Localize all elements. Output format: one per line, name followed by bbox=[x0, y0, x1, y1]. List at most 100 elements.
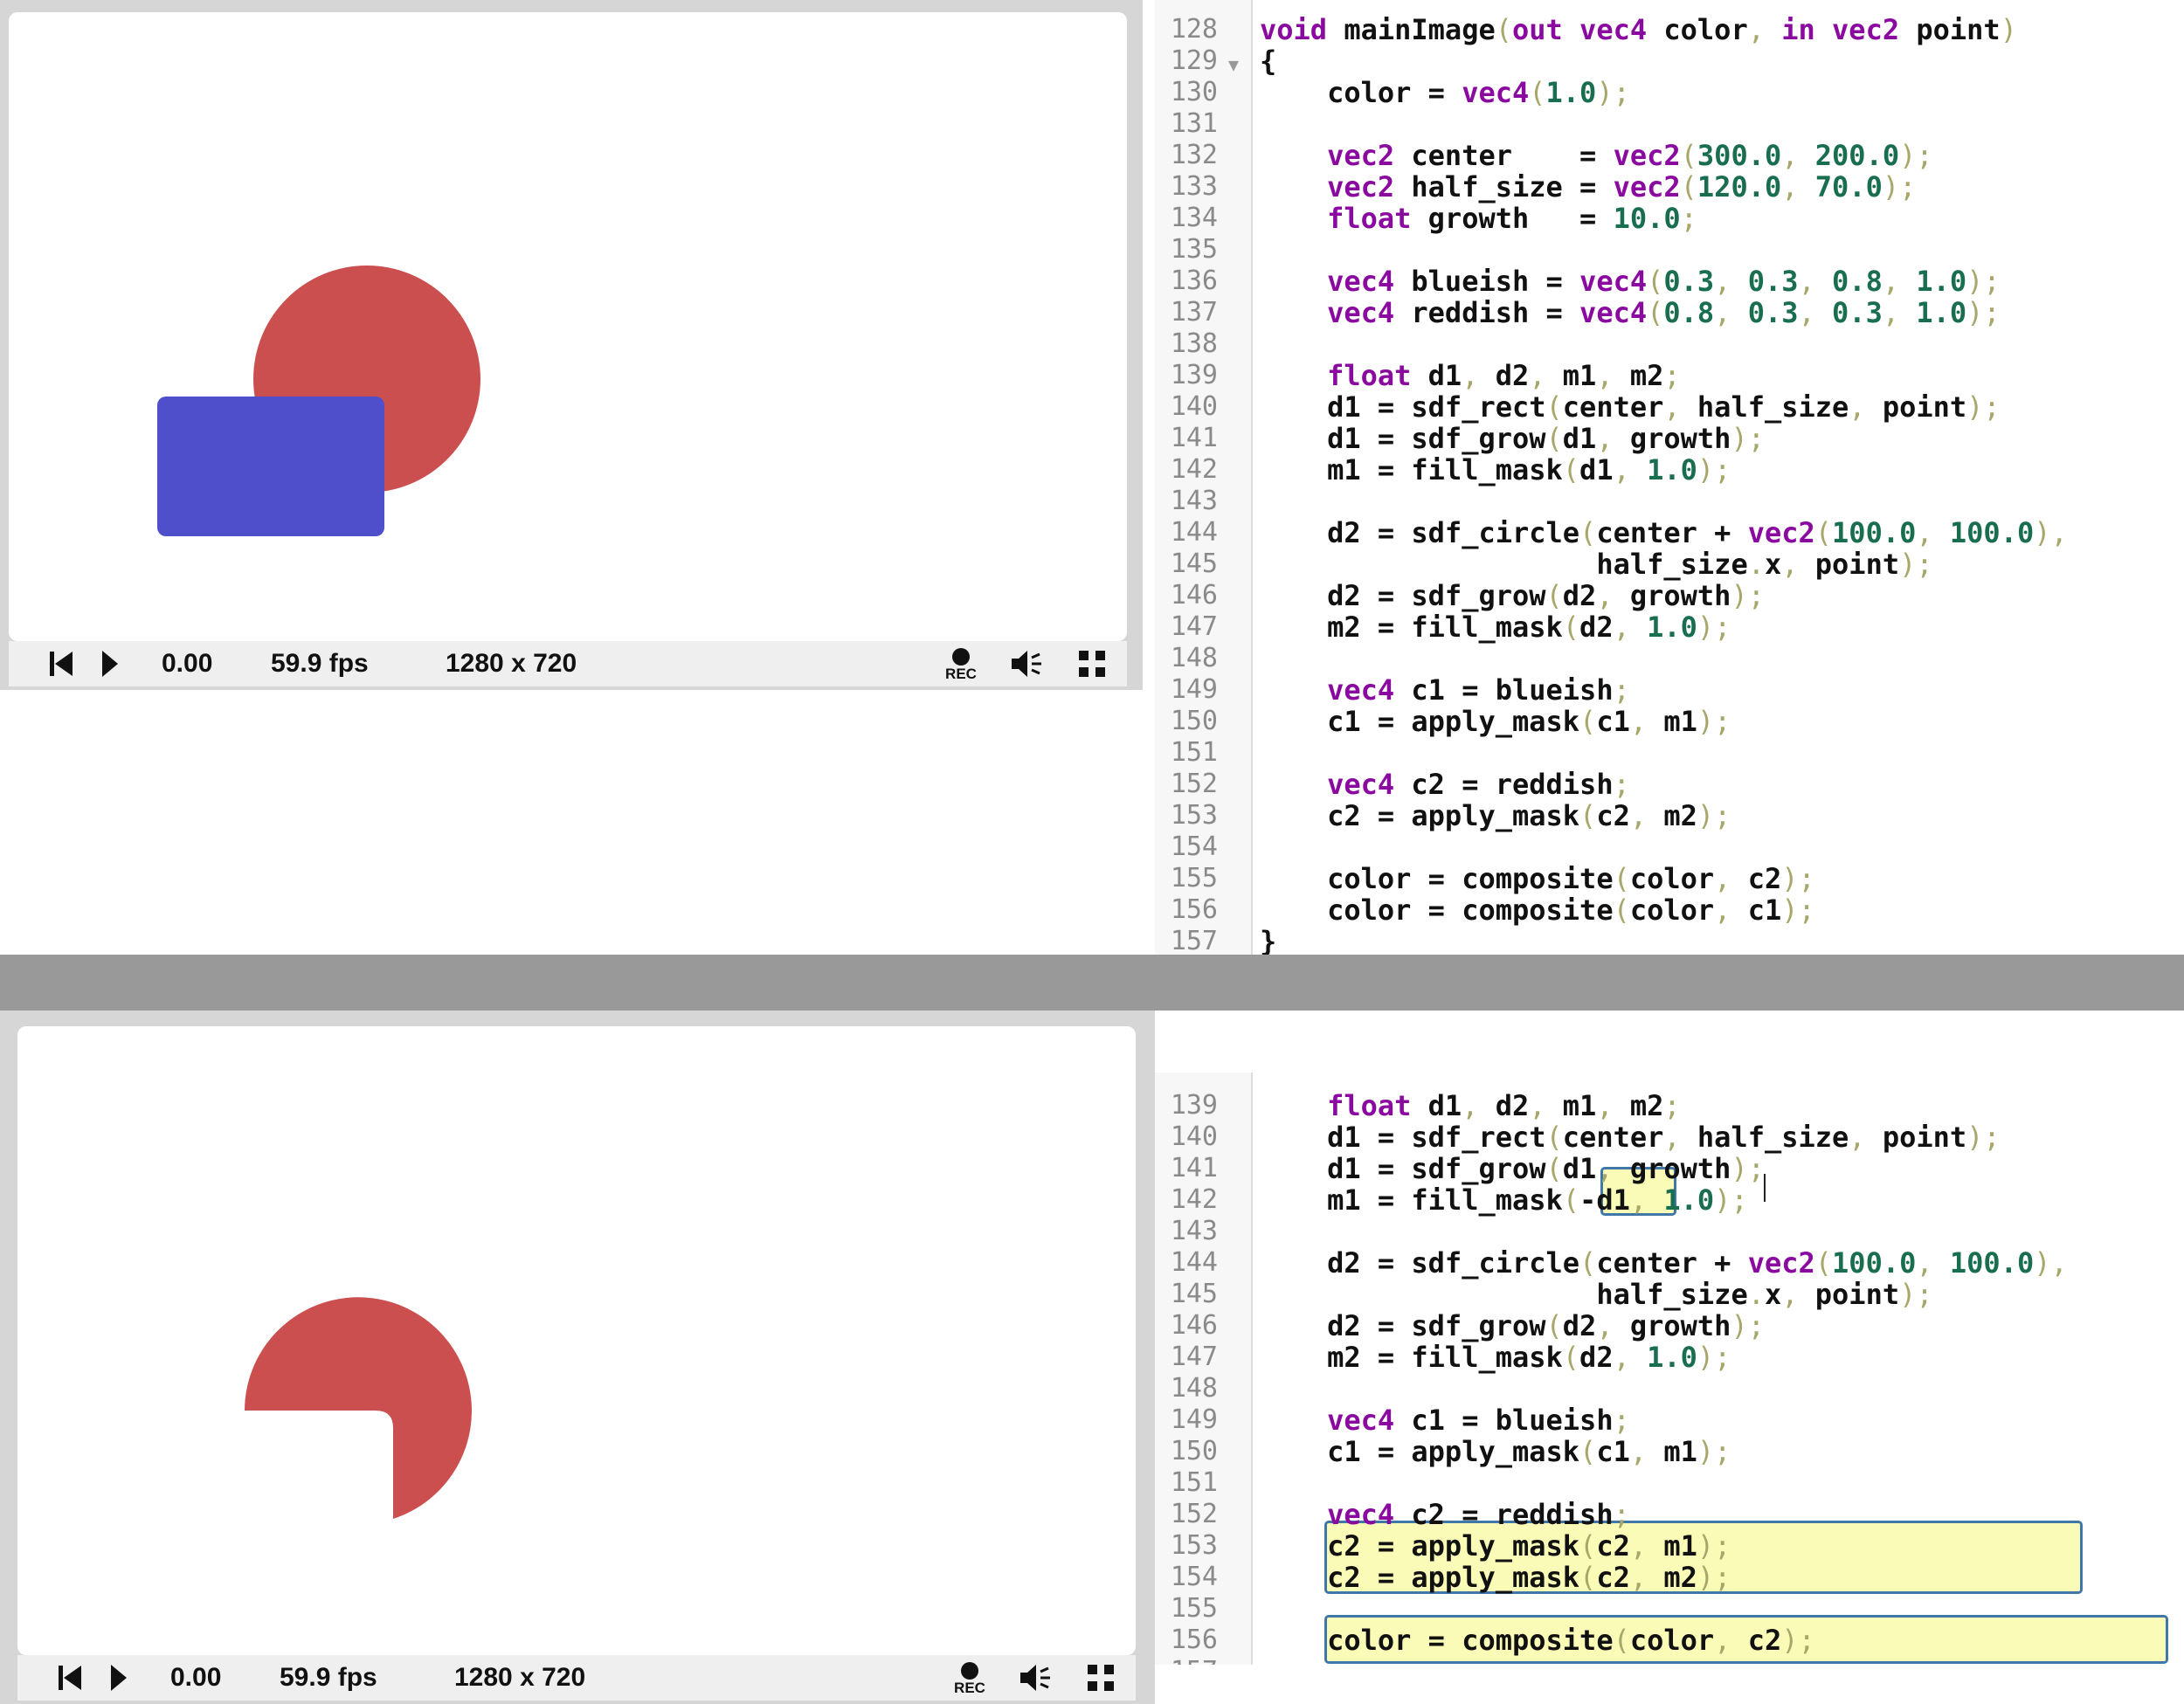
code-line[interactable]: 148 bbox=[1155, 1373, 2184, 1404]
code-line[interactable]: 141 d1 = sdf_grow(d1, growth); bbox=[1155, 423, 2184, 454]
code-line[interactable]: 141 d1 = sdf_grow(d1, growth); bbox=[1155, 1153, 2184, 1184]
fullscreen-icon[interactable] bbox=[1079, 1655, 1123, 1701]
code-line[interactable]: 129 { bbox=[1155, 45, 2184, 77]
code-text: vec4 reddish = vec4(0.8, 0.3, 0.3, 1.0); bbox=[1327, 296, 2001, 329]
code-line[interactable]: 150 c1 = apply_mask(c1, m1); bbox=[1155, 1436, 2184, 1467]
code-line[interactable]: 145 half_size.x, point); bbox=[1155, 1279, 2184, 1310]
viewer-bottom: 0.00 59.9 fps 1280 x 720 REC bbox=[0, 1011, 1155, 1704]
code-text: d2 = sdf_circle(center + vec2(100.0, 100… bbox=[1260, 1246, 2068, 1280]
code-text: d2 = sdf_circle(center + vec2(100.0, 100… bbox=[1260, 516, 2068, 549]
record-label: REC bbox=[954, 1679, 985, 1696]
code-line[interactable]: 155 color = composite(color, c2); bbox=[1155, 863, 2184, 894]
code-line[interactable]: 156 color = composite(color, c1); bbox=[1155, 894, 2184, 926]
code-text: c1 = apply_mask(c1, m1); bbox=[1260, 1435, 1731, 1468]
code-line[interactable]: 132 vec2 center = vec2(300.0, 200.0); bbox=[1155, 140, 2184, 171]
code-line[interactable]: 133 vec2 half_size = vec2(120.0, 70.0); bbox=[1155, 171, 2184, 203]
code-line[interactable]: 149 vec4 c1 = blueish; bbox=[1155, 674, 2184, 706]
code-line[interactable]: 140 d1 = sdf_rect(center, half_size, poi… bbox=[1155, 1121, 2184, 1153]
line-number: 139 bbox=[1170, 360, 1218, 390]
volume-icon[interactable] bbox=[1005, 641, 1048, 686]
code-line[interactable]: 139 float d1, d2, m1, m2; bbox=[1155, 360, 2184, 391]
control-bar-bottom: 0.00 59.9 fps 1280 x 720 REC bbox=[17, 1655, 1136, 1701]
code-line[interactable]: 154 bbox=[1155, 831, 2184, 863]
code-editor-top[interactable]: 128 void mainImage(out vec4 color, in vec… bbox=[1155, 0, 2184, 955]
line-number: 156 bbox=[1170, 894, 1218, 925]
code-text: d2 = sdf_grow(d2, growth); bbox=[1260, 579, 1765, 612]
volume-icon[interactable] bbox=[1013, 1655, 1057, 1701]
code-line[interactable]: 156 color = composite(color, c2); bbox=[1155, 1625, 2184, 1656]
code-line[interactable]: 147 m2 = fill_mask(d2, 1.0); bbox=[1155, 1342, 2184, 1373]
code-line[interactable]: 152 vec4 c2 = reddish; bbox=[1155, 1499, 2184, 1530]
line-number: 141 bbox=[1170, 423, 1218, 453]
code-line[interactable]: 144 d2 = sdf_circle(center + vec2(100.0,… bbox=[1155, 1247, 2184, 1279]
code-line[interactable]: 148 bbox=[1155, 643, 2184, 674]
code-line[interactable]: 142 m1 = fill_mask(-d1, 1.0); bbox=[1155, 1184, 2184, 1216]
code-line[interactable]: 130 color = vec4(1.0); bbox=[1155, 77, 2184, 108]
rewind-icon[interactable] bbox=[52, 1655, 87, 1701]
code-text: half_size.x, point); bbox=[1260, 1278, 1933, 1311]
line-number: 134 bbox=[1170, 203, 1218, 233]
line-number: 145 bbox=[1170, 1279, 1218, 1309]
line-number: 152 bbox=[1170, 769, 1218, 799]
render-canvas-bottom[interactable] bbox=[17, 1026, 1136, 1655]
code-line[interactable]: 153 c2 = apply_mask(c2, m2); bbox=[1155, 800, 2184, 831]
line-number: 157 bbox=[1170, 926, 1218, 955]
line-number: 150 bbox=[1170, 1436, 1218, 1466]
code-line[interactable]: 147 m2 = fill_mask(d2, 1.0); bbox=[1155, 611, 2184, 643]
record-icon bbox=[961, 1661, 978, 1680]
code-line[interactable]: 151 bbox=[1155, 737, 2184, 769]
code-line[interactable]: 140 d1 = sdf_rect(center, half_size, poi… bbox=[1155, 391, 2184, 423]
code-line[interactable]: 131 bbox=[1155, 108, 2184, 140]
code-line[interactable]: 139 float d1, d2, m1, m2; bbox=[1155, 1090, 2184, 1121]
line-number: 150 bbox=[1170, 706, 1218, 736]
line-number: 142 bbox=[1170, 1184, 1218, 1215]
code-text: color = composite(color, c2); bbox=[1260, 1624, 1815, 1657]
line-number: 151 bbox=[1170, 737, 1218, 768]
code-line[interactable]: 137 vec4 reddish = vec4(0.8, 0.3, 0.3, 1… bbox=[1155, 297, 2184, 328]
code-text: vec4 c1 = blueish; bbox=[1327, 1404, 1630, 1437]
code-line[interactable]: 128 void mainImage(out vec4 color, in vec… bbox=[1155, 14, 2184, 45]
code-text: m1 = fill_mask(d1, 1.0); bbox=[1260, 453, 1731, 486]
play-icon[interactable] bbox=[100, 1655, 135, 1701]
fullscreen-icon[interactable] bbox=[1070, 641, 1114, 686]
code-line[interactable]: 134 float growth = 10.0; bbox=[1155, 203, 2184, 234]
code-editor-bottom[interactable]: 139 float d1, d2, m1, m2; 140 d1 = sdf_re… bbox=[1155, 1073, 2184, 1665]
code-line[interactable]: 157} bbox=[1155, 926, 2184, 955]
code-text: m2 = fill_mask(d2, 1.0); bbox=[1260, 1341, 1731, 1374]
code-line[interactable]: 146 d2 = sdf_grow(d2, growth); bbox=[1155, 580, 2184, 611]
render-canvas-top[interactable] bbox=[9, 12, 1127, 641]
code-line[interactable]: 157 bbox=[1155, 1656, 2184, 1665]
code-line[interactable]: 135 bbox=[1155, 234, 2184, 266]
code-line[interactable]: 143 bbox=[1155, 486, 2184, 517]
fold-arrow-icon[interactable]: ▼ bbox=[1228, 49, 1239, 80]
rewind-icon[interactable] bbox=[44, 641, 79, 686]
record-button[interactable]: REC bbox=[948, 1655, 992, 1701]
code-text: c2 = apply_mask(c2, m2); bbox=[1260, 1561, 1731, 1594]
code-text: { bbox=[1260, 45, 1277, 78]
line-number: 140 bbox=[1170, 1121, 1218, 1152]
code-text: c2 = apply_mask(c2, m2); bbox=[1260, 799, 1731, 832]
code-line[interactable]: 153 c2 = apply_mask(c2, m1); bbox=[1155, 1530, 2184, 1562]
code-text: color = composite(color, c2); bbox=[1260, 862, 1815, 895]
code-line[interactable]: 138 bbox=[1155, 328, 2184, 360]
code-line[interactable]: 143 bbox=[1155, 1216, 2184, 1247]
code-line[interactable]: 151 bbox=[1155, 1467, 2184, 1499]
code-line[interactable]: 145 half_size.x, point); bbox=[1155, 548, 2184, 580]
record-button[interactable]: REC bbox=[939, 641, 983, 686]
play-icon[interactable] bbox=[92, 641, 127, 686]
code-line[interactable]: 144 d2 = sdf_circle(center + vec2(100.0,… bbox=[1155, 517, 2184, 548]
code-line[interactable]: 152 vec4 c2 = reddish; bbox=[1155, 769, 2184, 800]
code-text: m1 = fill_mask(-d1, 1.0); bbox=[1260, 1183, 1748, 1217]
code-line[interactable]: 154 c2 = apply_mask(c2, m2); bbox=[1155, 1562, 2184, 1593]
code-line[interactable]: 146 d2 = sdf_grow(d2, growth); bbox=[1155, 1310, 2184, 1342]
time-readout: 0.00 bbox=[162, 649, 213, 678]
code-line[interactable]: 136 vec4 blueish = vec4(0.3, 0.3, 0.8, 1… bbox=[1155, 266, 2184, 297]
code-line[interactable]: 149 vec4 c1 = blueish; bbox=[1155, 1404, 2184, 1436]
line-number: 130 bbox=[1170, 77, 1218, 107]
code-text: c1 = apply_mask(c1, m1); bbox=[1260, 705, 1731, 738]
code-line[interactable]: 150 c1 = apply_mask(c1, m1); bbox=[1155, 706, 2184, 737]
record-label: REC bbox=[945, 665, 977, 682]
code-line[interactable]: 142 m1 = fill_mask(d1, 1.0); bbox=[1155, 454, 2184, 486]
code-line[interactable]: 155 bbox=[1155, 1593, 2184, 1625]
line-number: 140 bbox=[1170, 391, 1218, 422]
